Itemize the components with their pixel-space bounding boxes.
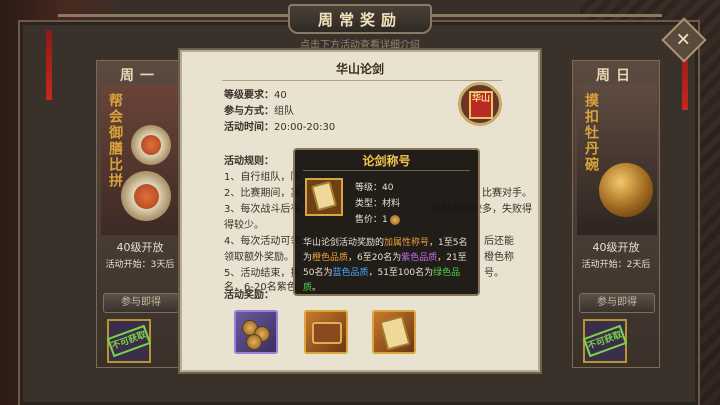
divider bbox=[222, 80, 502, 81]
rule-line: 4、每次活动可领 bbox=[224, 236, 301, 247]
card-level: 40级开放 bbox=[592, 241, 640, 254]
activity-art-title: 摸扣牡丹碗 bbox=[583, 93, 599, 173]
activity-badge-icon: 华山 bbox=[458, 82, 502, 126]
card-day-label: 周一 bbox=[120, 68, 160, 84]
join-reward-button[interactable]: 参与即得 bbox=[103, 293, 179, 313]
reward-item-chest[interactable] bbox=[304, 310, 348, 354]
chest-icon bbox=[312, 322, 342, 344]
activity-card-sunday[interactable]: 周日 摸扣牡丹碗 40级开放 活动开始：2天后 参与即得 不可获取 bbox=[572, 60, 660, 368]
title-ornament-right bbox=[432, 14, 662, 17]
scroll-icon bbox=[310, 180, 338, 212]
rewards-heading: 活动奖励： bbox=[224, 290, 274, 301]
item-icon bbox=[305, 178, 343, 216]
dish-icon bbox=[121, 171, 171, 221]
coin-icon bbox=[389, 214, 400, 225]
activity-card-monday[interactable]: 周一 帮会御膳比拼 40级开放 活动开始：3天后 参与即得 不可获取 bbox=[96, 60, 184, 368]
window-title: 周常奖励 bbox=[288, 4, 432, 34]
rule-line: 得较少。 bbox=[224, 220, 264, 231]
dish-icon bbox=[131, 125, 171, 165]
coin-icon bbox=[246, 334, 262, 350]
participation-mode: 参与方式：组队 bbox=[224, 106, 294, 117]
item-price: 售价：1 bbox=[355, 212, 400, 225]
reward-item-title-scroll[interactable] bbox=[372, 310, 416, 354]
tassel-decoration-left bbox=[46, 30, 52, 100]
rule-line-tail: 橙色称 bbox=[484, 252, 514, 263]
item-description: 华山论剑活动奖励的加属性称号，1至5名为橙色品质，6至20名为紫色品质，21至5… bbox=[303, 238, 468, 293]
card-start-time: 活动开始：3天后 bbox=[105, 260, 175, 270]
tooltip-title: 论剑称号 bbox=[362, 154, 411, 168]
rule-line: 领取额外奖励。 bbox=[224, 252, 294, 263]
rule-line: 2、比赛期间，其 bbox=[224, 188, 301, 199]
activity-art: 摸扣牡丹碗 bbox=[577, 85, 657, 235]
activity-art-title: 帮会御膳比拼 bbox=[107, 93, 123, 189]
close-icon: ✕ bbox=[676, 29, 692, 51]
rule-line-tail: 比赛对手。 bbox=[482, 188, 532, 199]
activity-time: 活动时间：20:00-20:30 bbox=[224, 122, 336, 133]
rule-line-tail: 号。 bbox=[484, 268, 504, 279]
reward-slot: 不可获取 bbox=[582, 319, 628, 363]
divider bbox=[303, 170, 470, 171]
unavailable-stamp: 不可获取 bbox=[106, 324, 152, 358]
title-ornament-left bbox=[58, 14, 288, 17]
reward-slot: 不可获取 bbox=[106, 319, 152, 363]
level-requirement: 等级要求：40 bbox=[224, 90, 287, 101]
rule-line-tail: 后还能 bbox=[484, 236, 514, 247]
item-type: 类型：材料 bbox=[355, 199, 401, 209]
rule-line: 5、活动结束，排 bbox=[224, 268, 301, 279]
reward-item-coins[interactable] bbox=[234, 310, 278, 354]
item-level: 等级：40 bbox=[355, 183, 394, 193]
activity-title: 华山论剑 bbox=[335, 62, 384, 76]
activity-art: 帮会御膳比拼 bbox=[101, 85, 181, 235]
card-day-label: 周日 bbox=[596, 68, 636, 84]
join-reward-button[interactable]: 参与即得 bbox=[579, 293, 655, 313]
rule-line: 1、自行组队，队 bbox=[224, 172, 301, 183]
card-start-time: 活动开始：2天后 bbox=[581, 260, 651, 270]
card-level: 40级开放 bbox=[116, 241, 164, 254]
rule-line: 3、每次战斗后有 bbox=[224, 204, 301, 215]
scroll-icon bbox=[379, 315, 411, 351]
orb-icon bbox=[599, 163, 653, 217]
item-tooltip: 论剑称号 等级：40 类型：材料 售价：1 华山论剑活动奖励的加属性称号，1至5… bbox=[293, 148, 480, 296]
unavailable-stamp: 不可获取 bbox=[582, 324, 628, 358]
rules-heading: 活动规则： bbox=[224, 156, 274, 167]
